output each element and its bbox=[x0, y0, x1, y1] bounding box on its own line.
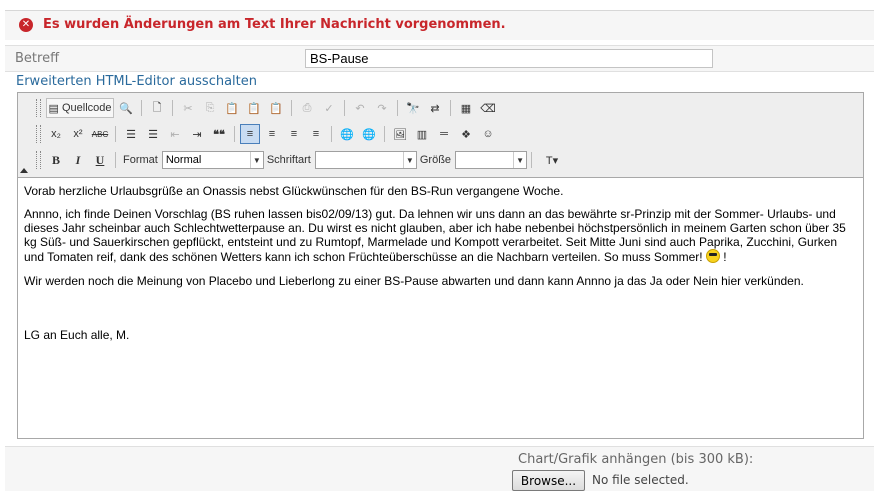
attachment-label: Chart/Grafik anhängen (bis 300 kB): bbox=[518, 452, 754, 467]
smiley-icon[interactable]: ☺ bbox=[478, 124, 498, 144]
redo-icon[interactable]: ↷ bbox=[372, 98, 392, 118]
link-icon[interactable]: 🌐 bbox=[337, 124, 357, 144]
align-justify-icon[interactable]: ≡ bbox=[306, 124, 326, 144]
blockquote-button[interactable]: ❝❝ bbox=[209, 124, 229, 144]
select-all-icon[interactable]: ▦ bbox=[456, 98, 476, 118]
font-label: Schriftart bbox=[266, 154, 311, 166]
size-select[interactable]: ▼ bbox=[455, 151, 528, 169]
toolbar-grip bbox=[36, 125, 41, 143]
paste-icon[interactable]: 📋 bbox=[222, 98, 242, 118]
special-char-icon[interactable]: ❖ bbox=[456, 124, 476, 144]
replace-icon[interactable]: ⇄ bbox=[425, 98, 445, 118]
print-icon[interactable]: ⎙ bbox=[297, 98, 317, 118]
align-center-icon[interactable]: ≡ bbox=[262, 124, 282, 144]
content-paragraph: Vorab herzliche Urlaubsgrüße an Onassis … bbox=[24, 184, 564, 198]
horizontal-rule-icon[interactable]: ═ bbox=[434, 124, 454, 144]
numbered-list-icon[interactable]: ☰ bbox=[121, 124, 141, 144]
editor-toggle-link[interactable]: Erweiterten HTML-Editor ausschalten bbox=[16, 74, 257, 89]
copy-icon[interactable]: ⎘ bbox=[200, 98, 220, 118]
source-label: Quellcode bbox=[61, 102, 112, 114]
content-paragraph: Annno, ich finde Deinen Vorschlag (BS ru… bbox=[24, 207, 857, 264]
collapse-toolbar-icon[interactable] bbox=[20, 168, 28, 173]
subject-label: Betreff bbox=[15, 51, 60, 66]
rich-text-editor: ▤ Quellcode 🔍 🗋 ✂ ⎘ 📋 📋 📋 ⎙ ✓ ↶ ↷ 🔭 ⇄ ▦ … bbox=[17, 92, 864, 439]
format-value: Normal bbox=[165, 154, 202, 166]
new-page-icon[interactable]: 🗋 bbox=[147, 98, 167, 118]
outdent-icon[interactable]: ⇤ bbox=[165, 124, 185, 144]
align-left-icon[interactable]: ≡ bbox=[240, 124, 260, 144]
notice-text: Es wurden Änderungen am Text Ihrer Nachr… bbox=[43, 17, 506, 32]
paste-word-icon[interactable]: 📋 bbox=[266, 98, 286, 118]
error-icon: ✕ bbox=[19, 18, 33, 32]
subject-input[interactable] bbox=[305, 49, 713, 68]
indent-icon[interactable]: ⇥ bbox=[187, 124, 207, 144]
preview-icon[interactable]: 🔍 bbox=[116, 98, 136, 118]
chevron-down-icon: ▼ bbox=[513, 152, 526, 168]
format-select[interactable]: Normal ▼ bbox=[161, 151, 264, 169]
editor-content[interactable]: Vorab herzliche Urlaubsgrüße an Onassis … bbox=[18, 178, 863, 437]
editor-toolbar: ▤ Quellcode 🔍 🗋 ✂ ⎘ 📋 📋 📋 ⎙ ✓ ↶ ↷ 🔭 ⇄ ▦ … bbox=[18, 93, 863, 178]
font-select[interactable]: ▼ bbox=[314, 151, 417, 169]
content-paragraph: LG an Euch alle, M. bbox=[24, 328, 130, 342]
size-label: Größe bbox=[419, 154, 452, 166]
spellcheck-icon[interactable]: ✓ bbox=[319, 98, 339, 118]
subject-row: Betreff bbox=[5, 45, 874, 72]
text-color-icon[interactable]: T▾ bbox=[537, 150, 567, 170]
underline-button[interactable]: U bbox=[90, 150, 110, 170]
browse-button[interactable]: Browse... bbox=[512, 470, 585, 491]
italic-button[interactable]: I bbox=[68, 150, 88, 170]
paste-text-icon[interactable]: 📋 bbox=[244, 98, 264, 118]
undo-icon[interactable]: ↶ bbox=[350, 98, 370, 118]
strikethrough-button[interactable]: ABC bbox=[90, 124, 110, 144]
find-icon[interactable]: 🔭 bbox=[403, 98, 423, 118]
toolbar-grip bbox=[36, 151, 41, 169]
subscript-button[interactable]: x₂ bbox=[46, 124, 66, 144]
content-text: ! bbox=[719, 250, 727, 264]
bold-button[interactable]: B bbox=[46, 150, 66, 170]
chevron-down-icon: ▼ bbox=[249, 152, 263, 168]
cool-smiley-icon bbox=[705, 249, 720, 263]
source-button[interactable]: ▤ Quellcode bbox=[46, 98, 114, 118]
cut-icon[interactable]: ✂ bbox=[178, 98, 198, 118]
chevron-down-icon: ▼ bbox=[402, 152, 416, 168]
unlink-icon[interactable]: 🌐 bbox=[359, 124, 379, 144]
table-icon[interactable]: ▥ bbox=[412, 124, 432, 144]
source-icon: ▤ bbox=[48, 102, 62, 115]
toolbar-grip bbox=[36, 99, 41, 117]
bullet-list-icon[interactable]: ☰ bbox=[143, 124, 163, 144]
format-label: Format bbox=[123, 154, 158, 166]
image-icon[interactable]: 🖼 bbox=[390, 124, 410, 144]
superscript-button[interactable]: x² bbox=[68, 124, 88, 144]
remove-format-icon[interactable]: ⌫ bbox=[478, 98, 498, 118]
content-paragraph: Wir werden noch die Meinung von Placebo … bbox=[24, 274, 804, 288]
attachment-row: Chart/Grafik anhängen (bis 300 kB): Brow… bbox=[5, 446, 874, 491]
change-notice: ✕ Es wurden Änderungen am Text Ihrer Nac… bbox=[5, 10, 874, 40]
align-right-icon[interactable]: ≡ bbox=[284, 124, 304, 144]
file-status: No file selected. bbox=[592, 473, 689, 487]
